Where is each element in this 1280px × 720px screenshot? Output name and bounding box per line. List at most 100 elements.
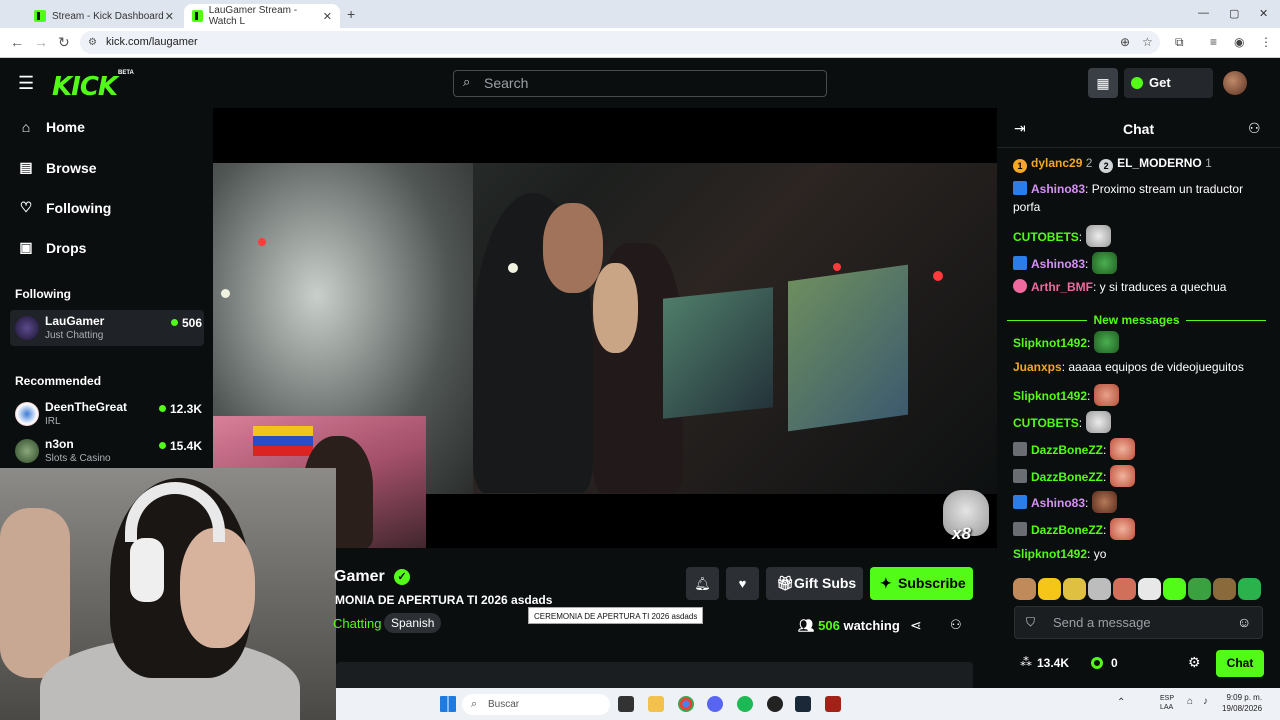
collapse-chat-icon[interactable]: ⇥ (1014, 120, 1026, 137)
new-messages-divider[interactable]: New messages (1007, 313, 1266, 327)
start-menu-icon[interactable] (440, 696, 456, 712)
sidebar-channel-deenthegreat[interactable]: DeenTheGreat IRL 12.3K (10, 396, 204, 432)
nav-browse[interactable]: ▤ Browse (18, 159, 96, 176)
minimize-icon[interactable]: — (1198, 7, 1209, 19)
heart-icon: ♡ (19, 199, 33, 215)
channel-viewers: 12.3K (158, 402, 202, 416)
browser-tab-active[interactable]: LauGamer Stream - Watch L ✕ (184, 4, 340, 28)
browse-icon: ▤ (19, 159, 33, 175)
network-icon[interactable]: ⌂ (1187, 696, 1193, 707)
volume-icon[interactable]: ♪ (1203, 696, 1208, 707)
url-text: kick.com/laugamer (106, 36, 198, 48)
chat-username[interactable]: Ashino83 (1031, 496, 1085, 510)
user-avatar[interactable] (1223, 71, 1247, 95)
dota-icon[interactable] (825, 696, 841, 712)
browser-tab[interactable]: Stream - Kick Dashboard ✕ (26, 4, 182, 28)
zoom-icon[interactable]: ⊕ (1120, 35, 1130, 49)
new-tab-icon[interactable]: + (347, 6, 355, 22)
tray-chevron-icon[interactable]: ⌃ (1117, 697, 1125, 708)
emote-icon[interactable] (1113, 578, 1136, 600)
channel-avatar (15, 316, 39, 340)
url-field[interactable]: ⚙ kick.com/laugamer (80, 31, 1160, 54)
close-tab-icon[interactable]: ✕ (323, 10, 332, 23)
emote-icon[interactable] (1088, 578, 1111, 600)
chat-users-icon[interactable]: ⚇ (1248, 120, 1261, 137)
chat-username[interactable]: DazzBoneZZ (1031, 523, 1103, 537)
reload-icon[interactable]: ↻ (58, 34, 70, 51)
kicks-balance[interactable]: 13.4K (1037, 656, 1069, 670)
chat-username[interactable]: Juanxps (1013, 360, 1062, 374)
share-icon[interactable]: ⋖ (910, 617, 922, 634)
language-tag[interactable]: Spanish (384, 613, 442, 633)
close-window-icon[interactable]: ✕ (1259, 7, 1268, 20)
media-icon[interactable]: ≡ (1210, 35, 1217, 49)
site-info-icon[interactable]: ⚙ (88, 31, 97, 54)
emote-icon[interactable] (1038, 578, 1061, 600)
profile-icon[interactable]: ◉ (1234, 35, 1244, 49)
chat-username[interactable]: CUTOBETS (1013, 230, 1079, 244)
sidebar-channel-laugamer[interactable]: LauGamer Just Chatting 506 (10, 310, 204, 346)
close-tab-icon[interactable]: ✕ (165, 10, 174, 23)
drops-icon: ▣ (19, 239, 33, 255)
follow-button[interactable]: ♥ (726, 567, 759, 600)
obs-icon[interactable] (767, 696, 783, 712)
chat-username[interactable]: Ashino83 (1031, 182, 1085, 196)
system-clock[interactable]: 9:09 p. m. 19/08/2026 (1222, 692, 1262, 714)
nav-following[interactable]: ♡ Following (18, 199, 112, 216)
library-button[interactable]: ▦ (1088, 68, 1118, 98)
streamer-name[interactable]: Gamer (334, 568, 385, 586)
settings-gear-icon[interactable]: ⚙ (1188, 654, 1201, 671)
subscribe-button[interactable]: ✦ Subscribe (870, 567, 973, 600)
bookmark-icon[interactable]: ☆ (1142, 35, 1153, 49)
search-input[interactable]: Search (453, 70, 827, 97)
chat-message: CUTOBETS: (1013, 411, 1268, 433)
chat-message-input[interactable]: Send a message (1014, 606, 1263, 639)
webcam-overlay (0, 468, 336, 720)
emoji-icon[interactable]: ☺ (1237, 614, 1251, 630)
taskbar-search[interactable]: ⌕ Buscar (462, 694, 610, 715)
spotify-icon[interactable] (737, 696, 753, 712)
send-chat-button[interactable]: Chat (1216, 650, 1264, 677)
menu-icon[interactable]: ⋮ (1260, 35, 1272, 49)
discord-icon[interactable] (707, 696, 723, 712)
emote-icon[interactable] (1213, 578, 1236, 600)
gifter-name[interactable]: dylanc29 (1031, 156, 1082, 170)
emote-icon[interactable] (1188, 578, 1211, 600)
notifications-button[interactable]: 🔔︎ (686, 567, 719, 600)
steam-icon[interactable] (795, 696, 811, 712)
flag-image (253, 426, 313, 456)
chat-username[interactable]: Slipknot1492 (1013, 336, 1087, 350)
kick-logo[interactable]: KICK (52, 72, 118, 102)
chat-username[interactable]: Slipknot1492 (1013, 389, 1087, 403)
sidebar-channel-n3on[interactable]: n3on Slots & Casino 15.4K (10, 433, 204, 469)
extensions-icon[interactable]: ⧉ (1175, 35, 1184, 50)
task-view-icon[interactable] (618, 696, 634, 712)
keyboard-language[interactable]: ESP LAA (1160, 694, 1174, 712)
back-icon[interactable]: ← (10, 34, 24, 50)
chat-username[interactable]: Arthr_BMF (1031, 280, 1093, 294)
viewers-icon: 👥︎ (798, 618, 815, 633)
points-balance[interactable]: 0 (1111, 656, 1118, 670)
chat-username[interactable]: Ashino83 (1031, 257, 1085, 271)
chat-username[interactable]: Slipknot1492 (1013, 547, 1087, 561)
forward-icon[interactable]: → (34, 34, 48, 50)
hamburger-menu-icon[interactable]: ☰ (18, 73, 34, 94)
chat-username[interactable]: CUTOBETS (1013, 416, 1079, 430)
emote-icon[interactable] (1163, 578, 1186, 600)
gifter-name[interactable]: EL_MODERNO (1117, 156, 1202, 170)
emote-icon[interactable] (1238, 578, 1261, 600)
chrome-icon[interactable] (678, 696, 694, 712)
chat-message: Slipknot1492: yo (1013, 547, 1107, 561)
nav-drops[interactable]: ▣ Drops (18, 239, 86, 256)
stream-category-link[interactable]: Chatting (333, 616, 381, 631)
more-options-icon[interactable]: ⚇ (950, 617, 962, 633)
emote-icon[interactable] (1138, 578, 1161, 600)
maximize-icon[interactable]: ▢ (1229, 7, 1239, 20)
chat-username[interactable]: DazzBoneZZ (1031, 443, 1103, 457)
nav-home[interactable]: ⌂ Home (18, 119, 85, 135)
emote-icon[interactable] (1013, 578, 1036, 600)
gift-subs-button[interactable]: 🎁︎ Gift Subs (766, 567, 863, 600)
emote-icon[interactable] (1063, 578, 1086, 600)
chat-username[interactable]: DazzBoneZZ (1031, 470, 1103, 484)
file-explorer-icon[interactable] (648, 696, 664, 712)
